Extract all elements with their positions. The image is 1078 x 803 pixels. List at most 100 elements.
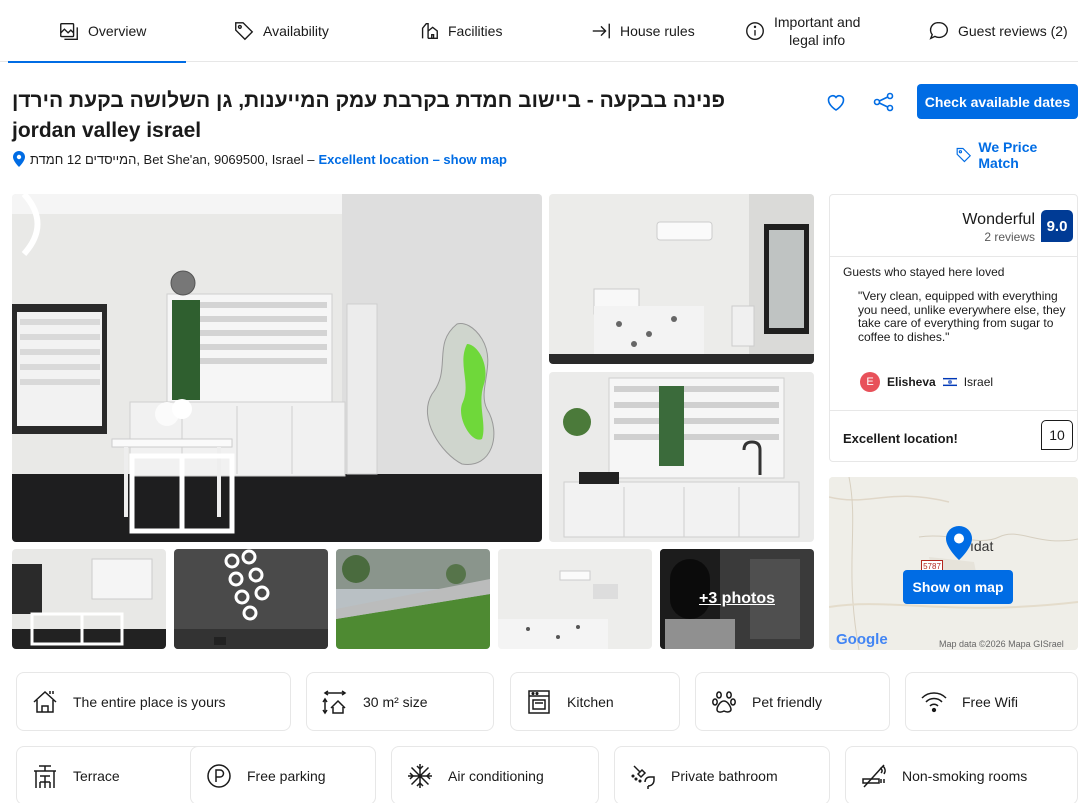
show-map-link[interactable]: Excellent location – show map	[318, 152, 507, 167]
facility-air-conditioning: Air conditioning	[391, 746, 599, 803]
price-match-link[interactable]: We Price Match	[955, 139, 1078, 171]
facility-label: 30 m² size	[363, 693, 428, 710]
property-title: פנינה בבקעה - ביישוב חמדת בקרבת עמק המיי…	[12, 86, 772, 146]
facility-private-bathroom: Private bathroom	[614, 746, 830, 803]
reviewer: E Elisheva Israel	[860, 372, 993, 392]
thumb-photo-more[interactable]: +3 photos	[660, 549, 814, 649]
map-pin-icon	[946, 526, 972, 560]
facility-size: 30 m² size	[306, 672, 494, 731]
tab-guest-reviews[interactable]: Guest reviews (2)	[928, 0, 1068, 62]
tag-icon	[235, 22, 254, 41]
lamp-thumb	[174, 549, 328, 649]
tab-facilities[interactable]: Facilities	[418, 0, 502, 62]
address-text: המייסדים 12 חמדת, Bet She'an, 9069500, I…	[30, 151, 315, 167]
map-attribution: Map data ©2026 Mapa GISrael	[939, 639, 1064, 649]
map-preview[interactable]	[829, 477, 1078, 650]
show-on-map-button[interactable]: Show on map	[903, 570, 1013, 604]
tab-label: House rules	[620, 23, 695, 39]
thumb-photo-2[interactable]	[174, 549, 328, 649]
facility-kitchen: Kitchen	[510, 672, 680, 731]
property-address: המייסדים 12 חמדת, Bet She'an, 9069500, I…	[12, 151, 507, 167]
overview-icon	[60, 22, 78, 40]
tab-label: Availability	[263, 23, 329, 39]
facility-entire-place: The entire place is yours	[16, 672, 291, 731]
bedroom-image	[549, 194, 814, 364]
main-photo[interactable]	[12, 194, 542, 542]
location-score-label: Excellent location!	[843, 431, 958, 446]
property-title-hebrew: פנינה בבקעה - ביישוב חמדת בקרבת עמק המיי…	[12, 89, 726, 112]
shower-icon	[631, 764, 655, 789]
check-available-dates-button[interactable]: Check available dates	[917, 84, 1078, 119]
review-score-badge: 9.0	[1041, 210, 1073, 242]
heart-icon[interactable]	[824, 90, 848, 114]
tab-label: Facilities	[448, 23, 503, 39]
facility-label: Free parking	[247, 767, 326, 784]
thumb-photo-4[interactable]	[498, 549, 652, 649]
kitchenette-image	[549, 372, 814, 542]
reviewer-name: Elisheva	[887, 375, 936, 389]
israel-flag-icon	[942, 377, 957, 387]
wifi-icon	[921, 691, 947, 712]
parking-icon	[207, 763, 231, 788]
garden-thumb	[336, 549, 490, 649]
tab-overview[interactable]: Overview	[7, 0, 187, 63]
tag-icon	[956, 147, 972, 163]
rating-word: Wonderful	[962, 211, 1035, 228]
review-quote: "Very clean, equipped with everything yo…	[858, 289, 1066, 344]
paw-icon	[712, 690, 736, 713]
facility-label: The entire place is yours	[73, 693, 226, 710]
facility-label: Kitchen	[567, 693, 614, 710]
reviewer-country: Israel	[963, 375, 994, 389]
facility-free-wifi: Free Wifi	[905, 672, 1078, 731]
guests-loved-heading: Guests who stayed here loved	[843, 265, 1005, 279]
thumb-photo-3[interactable]	[336, 549, 490, 649]
terrace-icon	[34, 764, 56, 788]
bedroom-photo[interactable]	[549, 194, 814, 364]
property-title-english: jordan valley israel	[12, 119, 202, 142]
facility-label: Non-smoking rooms	[902, 767, 1028, 784]
dining-thumb	[12, 549, 166, 649]
review-summary-card: Wonderful 2 reviews 9.0 Guests who staye…	[829, 194, 1078, 462]
bell-icon	[421, 22, 438, 40]
facility-label: Pet friendly	[752, 693, 823, 710]
tab-label: Guest reviews (2)	[958, 23, 1068, 39]
facility-label: Free Wifi	[962, 693, 1018, 710]
map-town-label: ıdat	[970, 538, 994, 554]
google-logo: Google	[836, 631, 888, 648]
tab-important-info[interactable]: Important and legal info	[744, 0, 860, 62]
avatar: E	[860, 372, 880, 392]
facility-label: Terrace	[73, 767, 120, 784]
speech-bubble-icon	[929, 22, 948, 40]
facility-label: Private bathroom	[671, 767, 778, 784]
facility-label: Air conditioning	[448, 767, 544, 784]
kitchen-living-photo	[12, 194, 542, 542]
location-score-row[interactable]: Excellent location! 10	[830, 410, 1077, 462]
bed-thumb	[498, 549, 652, 649]
location-pin-icon	[13, 151, 25, 167]
review-count: 2 reviews	[984, 230, 1035, 244]
facility-free-parking: Free parking	[190, 746, 376, 803]
facility-non-smoking: Non-smoking rooms	[845, 746, 1078, 803]
size-icon	[322, 689, 347, 714]
no-smoking-icon	[862, 763, 886, 788]
tab-house-rules[interactable]: House rules	[590, 0, 695, 62]
tab-label-line2: legal info	[789, 32, 846, 48]
tab-label: Important and	[774, 14, 861, 30]
review-score-header[interactable]: Wonderful 2 reviews 9.0	[830, 195, 1077, 257]
facility-pet-friendly: Pet friendly	[695, 672, 890, 731]
tab-bar: Overview Availability Facilities House r…	[0, 0, 1078, 63]
info-icon	[746, 22, 764, 40]
house-icon	[33, 690, 57, 713]
location-score-badge: 10	[1041, 420, 1073, 450]
kitchen-icon	[528, 689, 550, 714]
tab-availability[interactable]: Availability	[233, 0, 329, 62]
map-background	[829, 477, 1078, 650]
arrow-right-icon	[592, 23, 610, 39]
share-icon[interactable]	[872, 90, 896, 114]
price-match-label: We Price Match	[978, 139, 1038, 171]
more-photos-overlay[interactable]: +3 photos	[660, 549, 814, 649]
kitchenette-photo[interactable]	[549, 372, 814, 542]
thumb-photo-1[interactable]	[12, 549, 166, 649]
snowflake-icon	[408, 763, 432, 788]
tab-label: Overview	[88, 23, 147, 39]
